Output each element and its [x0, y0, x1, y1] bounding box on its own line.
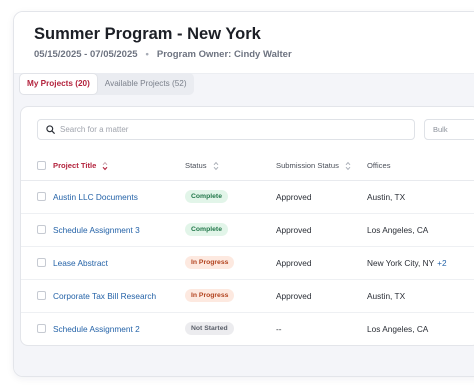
- project-title-link[interactable]: Schedule Assignment 3: [53, 225, 140, 235]
- row-checkbox[interactable]: [37, 324, 46, 334]
- status-badge: Complete: [185, 223, 228, 236]
- column-label: Project Title: [53, 160, 97, 170]
- submission-status: Approved: [276, 279, 367, 313]
- meta-separator: •: [145, 49, 149, 60]
- project-title-link[interactable]: Lease Abstract: [53, 258, 108, 268]
- search-input[interactable]: [60, 125, 400, 134]
- table-row: Corporate Tax Bill Research In Progress …: [21, 279, 474, 313]
- sort-icon[interactable]: [102, 161, 108, 171]
- status-badge: Not Started: [185, 322, 234, 336]
- row-checkbox[interactable]: [37, 192, 46, 201]
- program-meta: 05/15/2025 - 07/05/2025 • Program Owner:…: [34, 49, 292, 60]
- column-label: Offices: [367, 161, 391, 171]
- more-offices-link[interactable]: +2: [437, 258, 446, 268]
- search-icon: [46, 125, 55, 134]
- program-header: Summer Program - New York 05/15/2025 - 0…: [14, 12, 474, 74]
- row-checkbox[interactable]: [37, 225, 46, 234]
- search-box[interactable]: [37, 119, 415, 140]
- column-header-status[interactable]: Status: [185, 152, 276, 181]
- select-all-checkbox[interactable]: [37, 161, 46, 171]
- submission-status: Approved: [276, 180, 367, 214]
- project-title-link[interactable]: Schedule Assignment 2: [53, 324, 140, 334]
- submission-status: Approved: [276, 246, 367, 280]
- bulk-actions-button[interactable]: Bulk: [424, 119, 474, 140]
- status-badge: Complete: [185, 190, 228, 203]
- column-header-project-title[interactable]: Project Title: [53, 152, 185, 181]
- submission-status: --: [276, 323, 282, 334]
- project-title-link[interactable]: Austin LLC Documents: [53, 192, 138, 202]
- row-checkbox[interactable]: [37, 258, 46, 267]
- table-header-row: Project Title Status Submission Status O…: [21, 152, 474, 181]
- column-label: Status: [185, 160, 207, 170]
- tab-my-projects[interactable]: My Projects (20): [19, 73, 98, 95]
- office-name: Los Angeles, CA: [367, 224, 429, 235]
- table-row: Schedule Assignment 3 Complete Approved …: [21, 213, 474, 247]
- office-name: Los Angeles, CA: [367, 323, 429, 334]
- projects-table: Project Title Status Submission Status O…: [21, 152, 474, 345]
- office-name: New York City, NY: [367, 257, 435, 268]
- program-owner: Program Owner: Cindy Walter: [156, 49, 292, 60]
- row-checkbox[interactable]: [37, 291, 46, 300]
- project-tabs: My Projects (20) Available Projects (52): [19, 73, 194, 95]
- table-row: Lease Abstract In Progress Approved New …: [21, 246, 474, 280]
- projects-panel: Bulk Project Title Status: [20, 106, 474, 346]
- sort-icon[interactable]: [345, 161, 351, 171]
- office-name: Austin, TX: [367, 191, 406, 202]
- status-badge: In Progress: [185, 256, 235, 269]
- sort-icon[interactable]: [213, 161, 219, 171]
- office-name: Austin, TX: [367, 290, 406, 301]
- column-label: Submission Status: [276, 160, 339, 170]
- table-row: Austin LLC Documents Complete Approved A…: [21, 180, 474, 214]
- status-badge: In Progress: [185, 289, 235, 302]
- column-header-submission-status[interactable]: Submission Status: [276, 152, 367, 181]
- column-header-offices[interactable]: Offices: [367, 152, 474, 181]
- table-row: Schedule Assignment 2 Not Started -- Los…: [21, 312, 474, 345]
- tab-available-projects[interactable]: Available Projects (52): [98, 73, 194, 95]
- page-title: Summer Program - New York: [34, 25, 261, 43]
- date-range: 05/15/2025 - 07/05/2025: [34, 49, 138, 60]
- project-title-link[interactable]: Corporate Tax Bill Research: [53, 291, 156, 301]
- submission-status: Approved: [276, 213, 367, 247]
